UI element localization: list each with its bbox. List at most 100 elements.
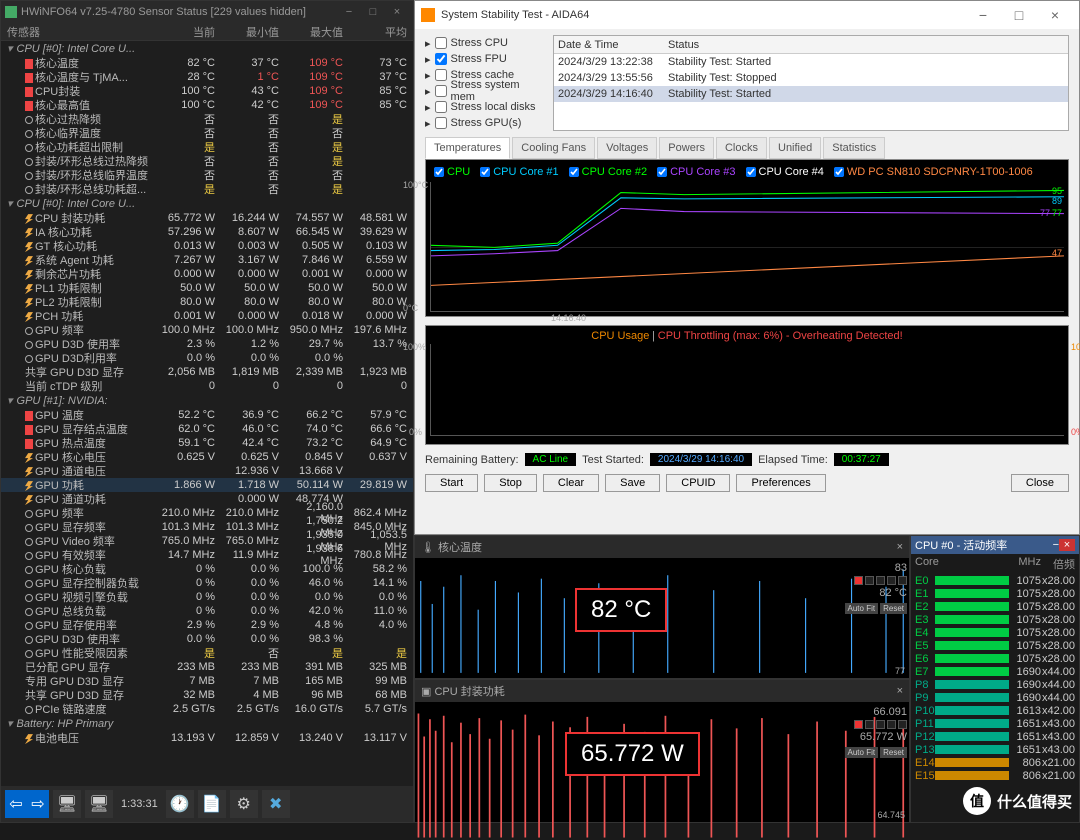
sensor-row[interactable]: 共享 GPU D3D 显存 32 MB 4 MB 96 MB 68 MB — [1, 688, 413, 702]
sensor-row[interactable]: GPU 通道功耗 0.000 W 48.774 W — [1, 492, 413, 506]
legend-item[interactable]: WD PC SN810 SDCPNRY-1T00-1006 — [834, 166, 1033, 178]
sensor-row[interactable]: GPU 频率 210.0 MHz 210.0 MHz 2,160.0 MHz 8… — [1, 506, 413, 520]
close-button[interactable]: × — [385, 6, 409, 18]
sensor-row[interactable]: 核心温度 82 °C 37 °C 109 °C 73 °C — [1, 56, 413, 70]
legend-item[interactable]: CPU Core #1 — [480, 166, 558, 178]
gear-icon[interactable]: ⚙ — [230, 790, 258, 818]
close-icon[interactable]: × — [897, 541, 903, 553]
sensor-row[interactable]: CPU 封装功耗 65.772 W 16.244 W 74.557 W 48.5… — [1, 211, 413, 225]
sensor-row[interactable]: GPU Video 频率 765.0 MHz 765.0 MHz 1,935.0… — [1, 534, 413, 548]
sensor-row[interactable]: GPU 显存结点温度 62.0 °C 46.0 °C 74.0 °C 66.6 … — [1, 422, 413, 436]
start-button[interactable]: Start — [425, 474, 478, 492]
legend-item[interactable]: CPU — [434, 166, 470, 178]
sensor-row[interactable]: 专用 GPU D3D 显存 7 MB 7 MB 165 MB 99 MB — [1, 674, 413, 688]
maximize-button[interactable]: □ — [1001, 7, 1037, 23]
sensor-row[interactable]: IA 核心功耗 57.296 W 8.607 W 66.545 W 39.629… — [1, 225, 413, 239]
legend-item[interactable]: CPU Core #2 — [569, 166, 647, 178]
sensor-row[interactable]: PCIe 链路速度 2.5 GT/s 2.5 GT/s 16.0 GT/s 5.… — [1, 702, 413, 716]
close-icon[interactable]: × — [897, 685, 903, 697]
sensor-row[interactable]: GPU 核心负载 0 % 0.0 % 100.0 % 58.2 % — [1, 562, 413, 576]
sensor-row[interactable]: 电池电压 13.193 V 12.859 V 13.240 V 13.117 V — [1, 731, 413, 745]
tab-powers[interactable]: Powers — [659, 137, 714, 159]
sensor-row[interactable]: 系统 Agent 功耗 7.267 W 3.167 W 7.846 W 6.55… — [1, 253, 413, 267]
reset-button[interactable]: Reset — [880, 603, 907, 614]
sensor-row[interactable]: GPU 频率 100.0 MHz 100.0 MHz 950.0 MHz 197… — [1, 323, 413, 337]
stress-option[interactable]: ▸Stress system mem — [425, 83, 545, 99]
sensor-row[interactable]: 封装/环形总线功耗超... 是 否 是 — [1, 182, 413, 196]
sensor-row[interactable]: 当前 cTDP 级别 0 0 0 0 — [1, 379, 413, 393]
stop-button[interactable]: Stop — [484, 474, 537, 492]
tab-voltages[interactable]: Voltages — [597, 137, 657, 159]
log-row[interactable]: 2024/3/29 14:16:40Stability Test: Starte… — [554, 86, 1068, 102]
autofit-button[interactable]: Auto Fit — [845, 603, 879, 614]
stress-option[interactable]: ▸Stress local disks — [425, 99, 545, 115]
sensor-row[interactable]: GPU D3D 使用率 0.0 % 0.0 % 98.3 % — [1, 632, 413, 646]
sensor-row[interactable]: PCH 功耗 0.001 W 0.000 W 0.018 W 0.000 W — [1, 309, 413, 323]
sensor-row[interactable]: 剩余芯片功耗 0.000 W 0.000 W 0.001 W 0.000 W — [1, 267, 413, 281]
sensor-row[interactable]: GPU 显存使用率 2.9 % 2.9 % 4.8 % 4.0 % — [1, 618, 413, 632]
tab-statistics[interactable]: Statistics — [823, 137, 885, 159]
tab-temperatures[interactable]: Temperatures — [425, 137, 510, 159]
monitor-icon[interactable]: 🖥 — [53, 790, 81, 818]
cpuid-button[interactable]: CPUID — [666, 474, 730, 492]
sensor-row[interactable]: GPU 通道电压 12.936 V 13.668 V — [1, 464, 413, 478]
sensor-row[interactable]: 核心过热降频 否 否 是 — [1, 112, 413, 126]
sensor-row[interactable]: GPU 总线负载 0 % 0.0 % 42.0 % 11.0 % — [1, 604, 413, 618]
reset-button[interactable]: Reset — [880, 747, 907, 758]
sensor-row[interactable]: GPU 核心电压 0.625 V 0.625 V 0.845 V 0.637 V — [1, 450, 413, 464]
sensor-row[interactable]: GPU 有效频率 14.7 MHz 11.9 MHz 1,938.6 MHz 7… — [1, 548, 413, 562]
preferences-button[interactable]: Preferences — [736, 474, 825, 492]
sensor-row[interactable]: GPU D3D利用率 0.0 % 0.0 % 0.0 % — [1, 351, 413, 365]
minimize-button[interactable]: − — [337, 6, 361, 18]
stress-option[interactable]: ▸Stress FPU — [425, 51, 545, 67]
sensor-row[interactable]: 核心温度与 TjMA... 28 °C 1 °C 109 °C 37 °C — [1, 70, 413, 84]
exit-icon[interactable]: ✖ — [262, 790, 290, 818]
back-button[interactable]: ⇦ — [5, 790, 27, 818]
hwinfo-titlebar[interactable]: HWiNFO64 v7.25-4780 Sensor Status [229 v… — [1, 1, 413, 23]
sensor-row[interactable]: PL1 功耗限制 50.0 W 50.0 W 50.0 W 50.0 W — [1, 281, 413, 295]
sensor-row[interactable]: PL2 功耗限制 80.0 W 80.0 W 80.0 W 80.0 W — [1, 295, 413, 309]
log-row[interactable]: 2024/3/29 13:55:56Stability Test: Stoppe… — [554, 70, 1068, 86]
sensor-row[interactable]: GPU 热点温度 59.1 °C 42.4 °C 73.2 °C 64.9 °C — [1, 436, 413, 450]
save-button[interactable]: Save — [605, 474, 660, 492]
close-button[interactable]: × — [1037, 7, 1073, 23]
sensor-row[interactable]: 已分配 GPU 显存 233 MB 233 MB 391 MB 325 MB — [1, 660, 413, 674]
forward-button[interactable]: ⇨ — [27, 790, 49, 818]
maximize-button[interactable]: □ — [361, 6, 385, 18]
section-header[interactable]: Battery: HP Primary — [1, 716, 413, 731]
sensor-row[interactable]: GPU 功耗 1.866 W 1.718 W 50.114 W 29.819 W — [1, 478, 413, 492]
tab-unified[interactable]: Unified — [769, 137, 821, 159]
sensor-row[interactable]: 共享 GPU D3D 显存 2,056 MB 1,819 MB 2,339 MB… — [1, 365, 413, 379]
section-header[interactable]: CPU [#0]: Intel Core U... — [1, 41, 413, 56]
sensor-row[interactable]: 核心临界温度 否 否 否 — [1, 126, 413, 140]
close-button[interactable]: Close — [1011, 474, 1069, 492]
sensor-row[interactable]: GPU 性能受限因素 是 否 是 是 — [1, 646, 413, 660]
tab-cooling-fans[interactable]: Cooling Fans — [512, 137, 595, 159]
sensor-row[interactable]: GT 核心功耗 0.013 W 0.003 W 0.505 W 0.103 W — [1, 239, 413, 253]
aida-titlebar[interactable]: System Stability Test - AIDA64 − □ × — [415, 1, 1079, 29]
sensor-row[interactable]: GPU 温度 52.2 °C 36.9 °C 66.2 °C 57.9 °C — [1, 408, 413, 422]
sensor-row[interactable]: 核心功耗超出限制 是 否 是 — [1, 140, 413, 154]
sensor-row[interactable]: CPU封装 100 °C 43 °C 109 °C 85 °C — [1, 84, 413, 98]
sensor-row[interactable]: GPU D3D 使用率 2.3 % 1.2 % 29.7 % 13.7 % — [1, 337, 413, 351]
section-header[interactable]: CPU [#0]: Intel Core U... — [1, 196, 413, 211]
event-log[interactable]: Date & TimeStatus 2024/3/29 13:22:38Stab… — [553, 35, 1069, 131]
sensor-row[interactable]: 封装/环形总线过热降频 否 否 是 — [1, 154, 413, 168]
stress-option[interactable]: ▸Stress GPU(s) — [425, 115, 545, 131]
file-icon[interactable]: 📄 — [198, 790, 226, 818]
tab-clocks[interactable]: Clocks — [716, 137, 767, 159]
sensor-row[interactable]: GPU 显存控制器负载 0 % 0.0 % 46.0 % 14.1 % — [1, 576, 413, 590]
close-button[interactable]: × — [1059, 539, 1075, 551]
autofit-button[interactable]: Auto Fit — [845, 747, 879, 758]
monitor2-icon[interactable]: 🖥 — [85, 790, 113, 818]
hwinfo-sensor-list[interactable]: CPU [#0]: Intel Core U...核心温度 82 °C 37 °… — [1, 41, 413, 786]
clock-icon[interactable]: 🕐 — [166, 790, 194, 818]
clear-button[interactable]: Clear — [543, 474, 599, 492]
stress-option[interactable]: ▸Stress CPU — [425, 35, 545, 51]
section-header[interactable]: GPU [#1]: NVIDIA: — [1, 393, 413, 408]
sensor-row[interactable]: GPU 视频引擎负载 0 % 0.0 % 0.0 % 0.0 % — [1, 590, 413, 604]
legend-item[interactable]: CPU Core #3 — [657, 166, 735, 178]
sensor-row[interactable]: 核心最高值 100 °C 42 °C 109 °C 85 °C — [1, 98, 413, 112]
minimize-button[interactable]: − — [965, 7, 1001, 23]
legend-item[interactable]: CPU Core #4 — [746, 166, 824, 178]
